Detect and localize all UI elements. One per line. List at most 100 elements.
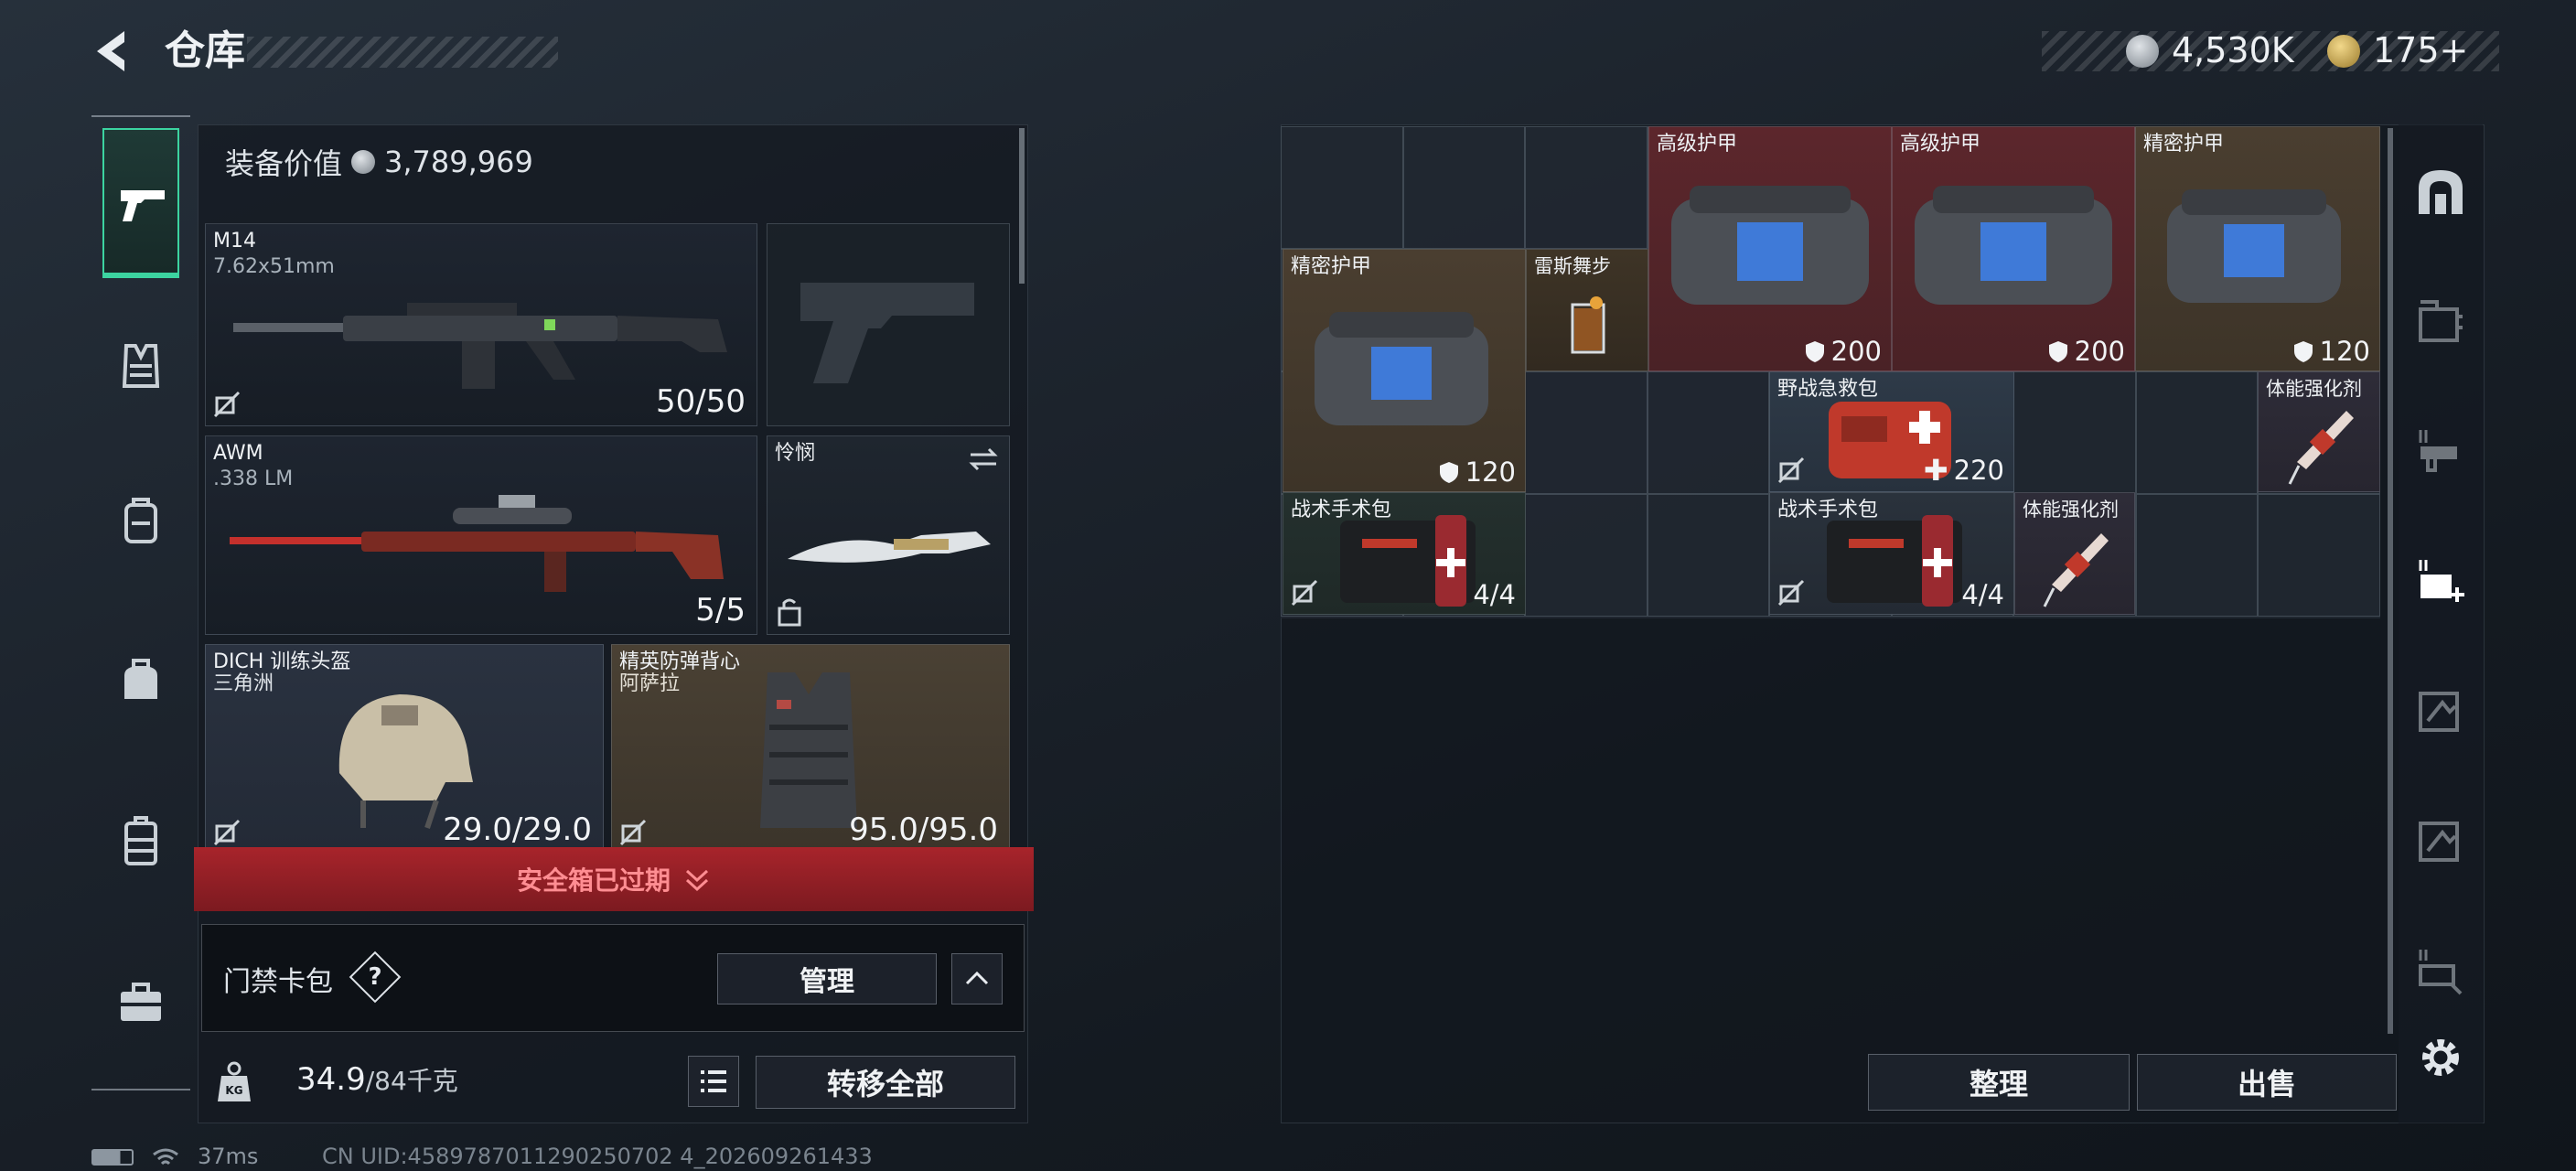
ammo-count: 5/5 bbox=[695, 592, 746, 628]
double-chevron-down-icon bbox=[685, 869, 709, 892]
primary-weapon-slot[interactable]: M14 7.62x51mm 50/50 bbox=[205, 223, 757, 426]
rail-safe[interactable] bbox=[2415, 167, 2466, 218]
stash-grid-cell[interactable] bbox=[2135, 494, 2259, 617]
item-name: 高级护甲 bbox=[1900, 133, 1981, 156]
rail-storage-3[interactable] bbox=[2415, 684, 2466, 736]
armor-durability: 95.0/95.0 bbox=[849, 811, 998, 848]
equipment-value: 装备价值 3,789,969 bbox=[225, 139, 533, 185]
stash-grid-cell[interactable] bbox=[1647, 494, 1770, 617]
helmet-durability: 29.0/29.0 bbox=[443, 811, 592, 848]
bag-icon bbox=[124, 659, 157, 699]
rail-medical[interactable] bbox=[2415, 554, 2466, 606]
armor-slot[interactable]: 精英防弹背心 阿萨拉 95.0/95.0 bbox=[611, 644, 1010, 854]
secondary-weapon-slot[interactable]: AWM .338 LM 5/5 bbox=[205, 435, 757, 635]
stash-grid-cell[interactable] bbox=[1647, 371, 1770, 494]
stash-item-surgery-kit[interactable]: 战术手术包 4/4 bbox=[1283, 492, 1526, 615]
currency-secondary[interactable]: 175+ bbox=[2373, 27, 2468, 73]
briefcase-icon bbox=[121, 983, 161, 1021]
stash-grid-cell[interactable] bbox=[1525, 494, 1648, 617]
armor-name: 精英防弹背心 bbox=[619, 650, 741, 673]
stash-item-stim[interactable]: 体能强化剂 bbox=[2258, 371, 2380, 492]
nav-backpack[interactable] bbox=[113, 653, 168, 708]
stash-item-precision-armor[interactable]: 精密护甲 120 bbox=[1283, 249, 1526, 492]
nav-armor[interactable] bbox=[113, 338, 168, 393]
rail-storage-4[interactable] bbox=[2415, 814, 2466, 865]
injector-icon bbox=[2043, 533, 2109, 607]
item-name: 体能强化剂 bbox=[2266, 378, 2362, 400]
stash-scrollbar[interactable] bbox=[2388, 128, 2393, 1034]
armor-rating-value: 200 bbox=[2074, 336, 2125, 367]
list-view-button[interactable] bbox=[688, 1056, 739, 1107]
rail-storage-1[interactable] bbox=[2415, 295, 2466, 346]
sell-button[interactable]: 出售 bbox=[2137, 1054, 2397, 1111]
backpack-icon bbox=[124, 498, 157, 543]
manage-button[interactable]: 管理 bbox=[717, 953, 937, 1004]
rail-storage-2[interactable] bbox=[2415, 424, 2466, 476]
helmet-slot[interactable]: DICH 训练头盔 三角洲 29.0/29.0 bbox=[205, 644, 604, 854]
sort-button[interactable]: 整理 bbox=[1868, 1054, 2130, 1111]
shield-icon bbox=[1805, 341, 1824, 362]
stash-grid-cell[interactable] bbox=[2013, 371, 2136, 494]
awm-rifle-icon bbox=[230, 495, 724, 592]
m14-rifle-icon bbox=[233, 303, 727, 389]
nav-case[interactable] bbox=[113, 975, 168, 1030]
cocktail-glass-icon bbox=[1571, 296, 1605, 354]
stash-item-stim[interactable]: 体能强化剂 bbox=[2014, 492, 2135, 615]
item-name: 体能强化剂 bbox=[2023, 499, 2119, 521]
uses-remaining: 4/4 bbox=[1961, 579, 2004, 610]
pistol-slot-empty[interactable] bbox=[767, 223, 1010, 426]
no-durability-icon bbox=[213, 391, 241, 418]
loadout-scrollbar[interactable] bbox=[1019, 128, 1025, 284]
safe-dome-icon bbox=[2419, 170, 2463, 214]
surgery-kit-icon bbox=[1340, 515, 1476, 607]
stash-item-precision-armor[interactable]: 精密护甲 120 bbox=[2135, 126, 2380, 371]
melee-slot[interactable]: 怜悯 bbox=[767, 435, 1010, 635]
armor-bag-icon bbox=[1671, 186, 1869, 305]
lock-icon bbox=[778, 598, 801, 627]
stash-item-advanced-armor[interactable]: 高级护甲 200 bbox=[1648, 126, 1892, 371]
back-button[interactable] bbox=[88, 26, 139, 77]
locked-storage-icon bbox=[2419, 822, 2459, 862]
armor-bag-icon bbox=[1315, 312, 1488, 425]
stash-grid-cell[interactable] bbox=[1525, 126, 1648, 249]
nav-weapons[interactable] bbox=[102, 128, 179, 278]
stash-item-advanced-armor[interactable]: 高级护甲 200 bbox=[1892, 126, 2135, 371]
ammo-type: 7.62x51mm bbox=[213, 255, 335, 278]
stash-item-drink[interactable]: 雷斯舞步 bbox=[1526, 249, 1648, 371]
armor-bag-icon bbox=[2167, 189, 2341, 303]
nav-backpack-gear[interactable] bbox=[113, 494, 168, 549]
armor-rating-value: 120 bbox=[1465, 457, 1516, 488]
ping-text: 37ms bbox=[198, 1144, 259, 1169]
stash-grid-cell[interactable] bbox=[1281, 126, 1403, 249]
no-durability-icon bbox=[1777, 579, 1805, 607]
weapon-name: AWM bbox=[213, 442, 263, 465]
armor-rating: 120 bbox=[1438, 457, 1516, 488]
stash-item-surgery-kit[interactable]: 战术手术包 4/4 bbox=[1769, 492, 2014, 615]
rail-storage-5[interactable] bbox=[2415, 944, 2466, 995]
surgery-kit-icon bbox=[1827, 515, 1962, 607]
stash-grid-cell[interactable] bbox=[2135, 371, 2259, 494]
stash-grid-cell[interactable] bbox=[1525, 371, 1648, 494]
injector-icon bbox=[2288, 411, 2354, 485]
chevron-up-icon bbox=[965, 971, 989, 985]
locked-storage-icon bbox=[2419, 692, 2459, 732]
no-durability-icon bbox=[619, 819, 647, 846]
armor-rating: 200 bbox=[1804, 336, 1882, 367]
premium-coin-icon bbox=[2327, 35, 2360, 68]
shield-icon bbox=[2293, 341, 2313, 362]
keycard-label: 门禁卡包 bbox=[223, 966, 333, 998]
nav-rig[interactable] bbox=[113, 814, 168, 869]
stash-item-first-aid-kit[interactable]: 野战急救包 ✚ 220 bbox=[1769, 371, 2014, 492]
safebox-expired-banner[interactable]: 安全箱已过期 bbox=[194, 847, 1034, 911]
weight-icon: KG bbox=[214, 1059, 254, 1105]
weight-readout: 34.9/84千克 bbox=[296, 1061, 458, 1098]
stash-grid-cell[interactable] bbox=[1402, 126, 1526, 249]
help-icon: ? bbox=[368, 963, 382, 991]
stash-grid-cell[interactable] bbox=[2258, 494, 2380, 617]
item-name: 高级护甲 bbox=[1657, 133, 1738, 156]
no-durability-icon bbox=[1291, 579, 1318, 607]
item-name: 精密护甲 bbox=[1291, 255, 1372, 278]
settings-button[interactable] bbox=[2415, 1032, 2466, 1083]
collapse-button[interactable] bbox=[951, 953, 1003, 1004]
transfer-all-button[interactable]: 转移全部 bbox=[756, 1056, 1015, 1109]
